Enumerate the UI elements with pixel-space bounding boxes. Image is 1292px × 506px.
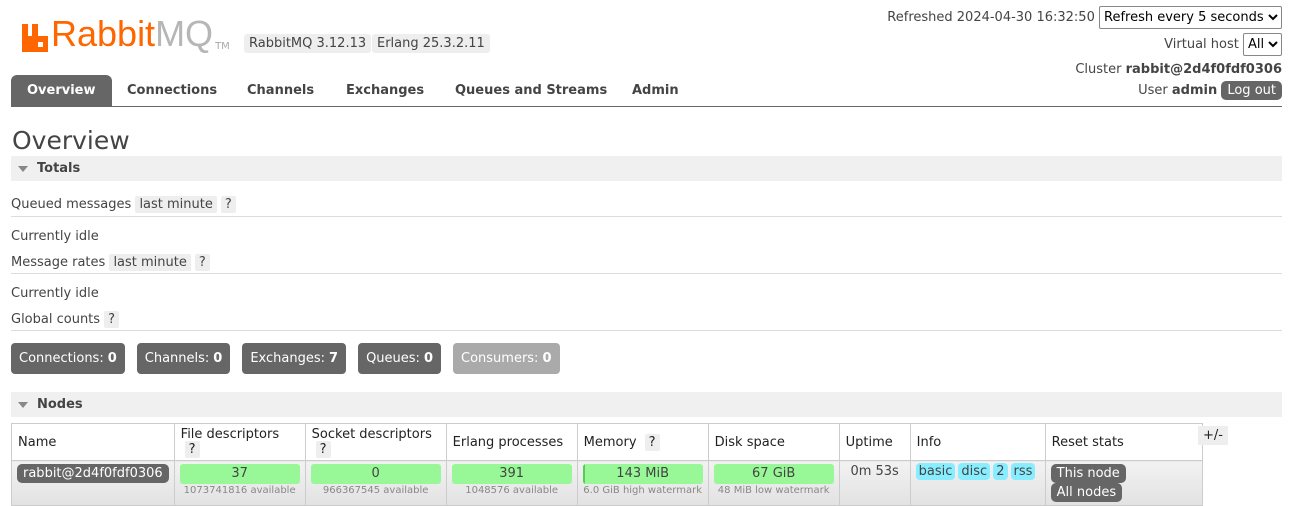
global-counts-row: Global counts? <box>11 311 1282 331</box>
rabbit-logo-icon <box>22 24 48 52</box>
socket-descriptors-bar: 0 <box>310 464 441 484</box>
file-descriptors-bar: 37 <box>179 464 300 484</box>
info-rss: rss <box>1010 463 1036 480</box>
connections-count[interactable]: Connections: 0 <box>11 343 125 374</box>
reset-all-nodes-button[interactable]: All nodes <box>1050 483 1123 502</box>
collapse-triangle-icon <box>18 402 28 408</box>
tab-channels[interactable]: Channels <box>231 75 330 107</box>
refresh-interval-select[interactable]: Refresh every 5 seconds <box>1099 6 1282 29</box>
erlang-version: Erlang 25.3.2.11 <box>372 34 490 53</box>
info-disc: disc <box>958 463 991 480</box>
help-button[interactable]: ? <box>315 441 331 458</box>
help-button[interactable]: ? <box>194 254 210 271</box>
queued-messages-row: Queued messages last minute? <box>11 196 1282 217</box>
virtual-host-select[interactable]: All <box>1243 33 1282 56</box>
reset-this-node-button[interactable]: This node <box>1050 464 1126 483</box>
help-button[interactable]: ? <box>104 311 119 328</box>
col-disk-space: Disk space <box>707 423 840 461</box>
tab-connections[interactable]: Connections <box>111 75 233 107</box>
table-row: rabbit@2d4f0fdf0306 37 1073741816 availab… <box>11 460 1203 506</box>
disk-space-bar: 67 GiB <box>713 464 834 484</box>
rates-range-selector[interactable]: last minute <box>109 254 191 271</box>
col-file-descriptors: File descriptors ? <box>173 423 306 461</box>
node-name-link[interactable]: rabbit@2d4f0fdf0306 <box>17 464 169 483</box>
queues-count[interactable]: Queues: 0 <box>358 343 441 374</box>
col-uptime: Uptime <box>838 423 911 461</box>
totals-section-toggle[interactable]: Totals <box>11 156 1282 181</box>
channels-count[interactable]: Channels: 0 <box>136 343 231 374</box>
consumers-count[interactable]: Consumers: 0 <box>453 343 560 374</box>
memory-bar: 143 MiB <box>582 464 703 484</box>
col-memory: Memory ? <box>576 423 709 461</box>
rabbitmq-version: RabbitMQ 3.12.13 <box>244 34 372 53</box>
collapse-triangle-icon <box>18 166 28 172</box>
tab-admin[interactable]: Admin <box>616 75 695 107</box>
rates-idle: Currently idle <box>11 286 99 301</box>
message-rates-row: Message rates last minute? <box>11 254 1282 274</box>
col-info: Info <box>909 423 1046 461</box>
queued-idle: Currently idle <box>11 229 99 244</box>
col-reset-stats: Reset stats <box>1044 423 1203 461</box>
tab-exchanges[interactable]: Exchanges <box>330 75 440 107</box>
col-name: Name <box>11 423 175 461</box>
info-basic: basic <box>915 463 956 480</box>
global-counts: Connections: 0 Channels: 0 Exchanges: 7 Que… <box>11 343 560 374</box>
help-button[interactable]: ? <box>220 196 236 213</box>
col-socket-descriptors: Socket descriptors ? <box>304 423 447 461</box>
col-erlang-processes: Erlang processes <box>445 423 578 461</box>
tab-queues-and-streams[interactable]: Queues and Streams <box>439 75 623 107</box>
refresh-area: Refreshed 2024-04-30 16:32:50 Refresh ev… <box>887 6 1282 29</box>
info-count: 2 <box>993 463 1008 480</box>
exchanges-count[interactable]: Exchanges: 7 <box>242 343 347 374</box>
nodes-table: Name File descriptors ? Socket descripto… <box>11 423 1203 506</box>
uptime: 0m 53s <box>838 460 911 506</box>
rabbitmq-logo: Rabbit MQ TM <box>22 16 230 52</box>
vhost-area: Virtual host All <box>1164 33 1282 56</box>
queued-range-selector[interactable]: last minute <box>135 196 217 213</box>
erlang-processes-bar: 391 <box>451 464 572 484</box>
tab-overview[interactable]: Overview <box>11 75 112 107</box>
columns-toggle-button[interactable]: +/- <box>1198 426 1228 445</box>
nodes-section-toggle[interactable]: Nodes <box>11 392 1282 417</box>
main-tabs: Overview Connections Channels Exchanges … <box>11 75 1282 107</box>
help-button[interactable]: ? <box>644 433 660 451</box>
refreshed-time: 2024-04-30 16:32:50 <box>956 10 1095 25</box>
page-title: Overview <box>12 126 130 155</box>
help-button[interactable]: ? <box>184 441 200 458</box>
